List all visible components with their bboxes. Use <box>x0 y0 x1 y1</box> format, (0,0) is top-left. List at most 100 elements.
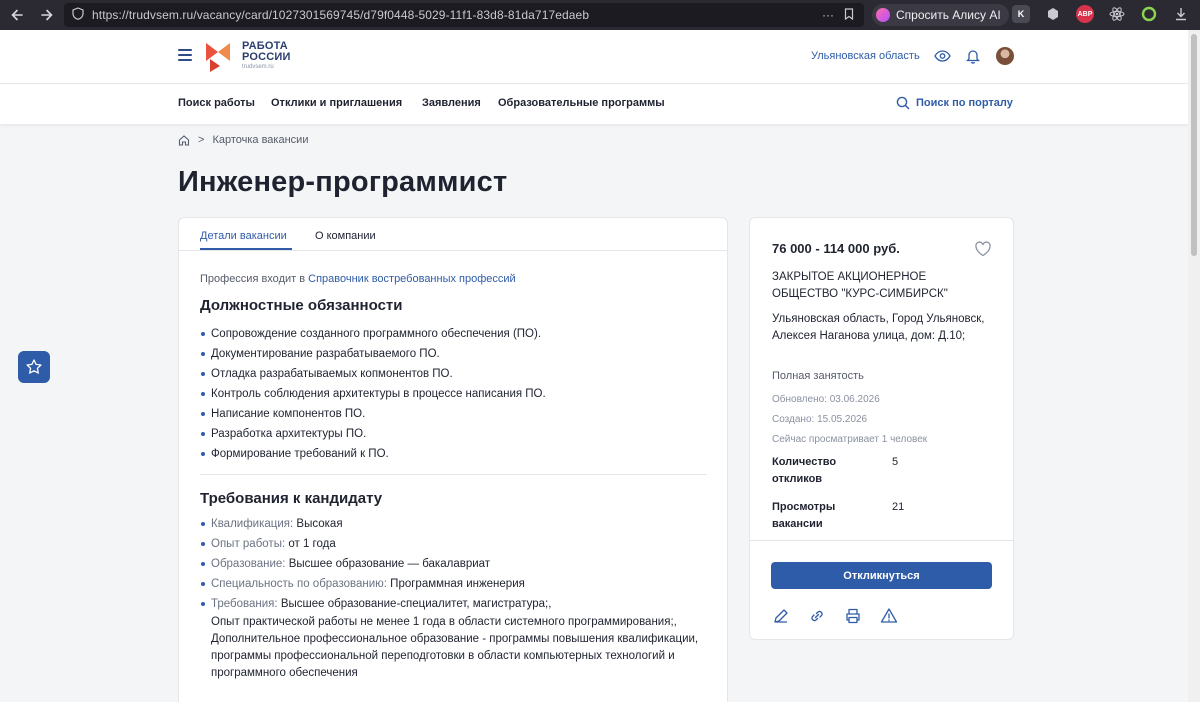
menu-icon[interactable] <box>178 49 192 61</box>
breadcrumb-current: Карточка вакансии <box>212 134 309 146</box>
requirements-title: Требования к кандидату <box>200 490 383 507</box>
forward-icon[interactable] <box>34 2 60 28</box>
back-icon[interactable] <box>4 2 30 28</box>
req-value: Высокая <box>296 518 343 530</box>
nav-education[interactable]: Образовательные программы <box>498 97 665 109</box>
list-item: Квалификация: Высокая <box>200 514 710 534</box>
scrollbar-thumb[interactable] <box>1191 34 1197 256</box>
views-value: 21 <box>892 501 905 513</box>
search-icon <box>896 96 910 110</box>
star-icon <box>26 359 42 374</box>
employment-type: Полная занятость <box>772 370 864 382</box>
page-scrollbar[interactable] <box>1188 30 1200 702</box>
shield-icon[interactable] <box>72 7 84 23</box>
nav-job-search[interactable]: Поиск работы <box>178 97 255 109</box>
ask-alice-button[interactable]: Спросить Алису AI <box>872 4 1009 26</box>
req-value: от 1 года <box>288 538 336 550</box>
req-value: Высшее образование — бакалавриат <box>288 558 491 570</box>
requirements-list: Квалификация: Высокая Опыт работы: от 1 … <box>200 514 710 682</box>
profession-note: Профессия входит в Справочник востребова… <box>200 273 516 285</box>
nav-applications[interactable]: Заявления <box>422 97 481 109</box>
bookmark-icon[interactable] <box>844 7 854 23</box>
list-item: Документирование разрабатываемого ПО. <box>200 344 710 364</box>
favorites-float-button[interactable] <box>18 351 50 383</box>
extensions-bar: K ABP <box>1012 5 1190 23</box>
page-viewport: РАБОТА РОССИИ trudvsem.ru Ульяновская об… <box>0 30 1188 702</box>
duties-list: Сопровождение созданного программного об… <box>200 324 710 464</box>
eye-icon[interactable] <box>933 47 951 65</box>
tab-vacancy-details[interactable]: Детали вакансии <box>200 230 287 242</box>
req-label: Образование: <box>211 558 286 570</box>
views-label: Просмотры вакансии <box>772 501 836 530</box>
company-name[interactable]: ЗАКРЫТОЕ АКЦИОНЕРНОЕ ОБЩЕСТВО "КУРС-СИМБ… <box>772 269 992 303</box>
tab-about-company[interactable]: О компании <box>315 230 376 242</box>
active-tab-indicator <box>200 248 292 250</box>
list-item: Требования: Высшее образование-специалит… <box>200 594 710 682</box>
portal-search-label: Поиск по порталу <box>916 97 1013 109</box>
home-icon[interactable] <box>178 134 190 146</box>
edit-icon[interactable] <box>772 607 790 625</box>
main-navigation: Поиск работы Отклики и приглашения Заявл… <box>0 84 1188 124</box>
download-icon[interactable] <box>1172 5 1190 23</box>
breadcrumb: > Карточка вакансии <box>178 134 308 146</box>
section-divider <box>200 474 707 475</box>
respond-button[interactable]: Откликнуться <box>771 562 992 589</box>
print-icon[interactable] <box>844 607 862 625</box>
salary: 76 000 - 114 000 руб. <box>772 241 900 256</box>
nav-responses[interactable]: Отклики и приглашения <box>271 97 402 109</box>
alice-icon <box>876 8 890 22</box>
heart-icon[interactable] <box>974 240 992 258</box>
responses-label: Количество откликов <box>772 456 837 485</box>
vacancy-details-card: Детали вакансии О компании Профессия вхо… <box>178 217 728 702</box>
responses-value: 5 <box>892 456 899 468</box>
company-address: Ульяновская область, Город Ульяновск, Ал… <box>772 313 985 342</box>
more-icon[interactable]: ··· <box>822 8 834 23</box>
site-logo[interactable]: РАБОТА РОССИИ trudvsem.ru <box>204 39 291 73</box>
req-label: Специальность по образованию: <box>211 578 387 590</box>
req-value: Программная инженерия <box>390 578 525 590</box>
logo-arrows-icon <box>206 43 230 72</box>
req-label: Опыт работы: <box>211 538 286 550</box>
page-title: Инженер-программист <box>178 166 508 198</box>
list-item: Формирование требований к ПО. <box>200 444 710 464</box>
created-date: Создано: 15.05.2026 <box>772 414 868 425</box>
url-text[interactable]: https://trudvsem.ru/vacancy/card/1027301… <box>92 8 589 22</box>
profession-directory-link[interactable]: Справочник востребованных профессий <box>308 273 516 285</box>
cube-extension-icon[interactable] <box>1044 5 1062 23</box>
bell-icon[interactable] <box>964 47 982 65</box>
address-bar[interactable]: https://trudvsem.ru/vacancy/card/1027301… <box>64 3 864 27</box>
react-extension-icon[interactable] <box>1108 5 1126 23</box>
profession-prefix: Профессия входит в <box>200 273 306 285</box>
list-item: Сопровождение созданного программного об… <box>200 324 710 344</box>
portal-search-button[interactable]: Поиск по порталу <box>896 96 1013 110</box>
user-avatar[interactable] <box>996 47 1014 65</box>
logo-domain: trudvsem.ru <box>242 64 274 70</box>
viewing-now: Сейчас просматривает 1 человек <box>772 434 928 445</box>
duties-title: Должностные обязанности <box>200 297 403 314</box>
adblock-extension-icon[interactable]: ABP <box>1076 5 1094 23</box>
list-item: Контроль соблюдения архитектуры в процес… <box>200 384 710 404</box>
list-item: Специальность по образованию: Программна… <box>200 574 710 594</box>
breadcrumb-separator: > <box>198 134 205 146</box>
vacancy-summary-card: 76 000 - 114 000 руб. ЗАКРЫТОЕ АКЦИОНЕРН… <box>749 217 1014 640</box>
region-selector[interactable]: Ульяновская область <box>811 50 920 62</box>
list-item: Разработка архитектуры ПО. <box>200 424 710 444</box>
tabs: Детали вакансии О компании <box>179 218 727 251</box>
req-value: Высшее образование-специалитет, магистра… <box>280 598 552 610</box>
card-divider <box>750 540 1013 541</box>
site-header: РАБОТА РОССИИ trudvsem.ru Ульяновская об… <box>0 30 1188 84</box>
ring-extension-icon[interactable] <box>1140 5 1158 23</box>
warning-icon[interactable] <box>880 607 898 625</box>
ask-alice-label: Спросить Алису AI <box>896 8 1001 22</box>
link-icon[interactable] <box>808 607 826 625</box>
logo-line-2: РОССИИ <box>242 51 291 63</box>
list-item: Отладка разрабатываемых копмонентов ПО. <box>200 364 710 384</box>
k-extension-icon[interactable]: K <box>1012 5 1030 23</box>
list-item: Опыт работы: от 1 года <box>200 534 710 554</box>
list-item: Образование: Высшее образование — бакала… <box>200 554 710 574</box>
req-extra-line: Дополнительное профессиональное образова… <box>211 633 699 679</box>
req-extra-line: Опыт практической работы не менее 1 года… <box>211 616 677 628</box>
list-item: Написание компонентов ПО. <box>200 404 710 424</box>
updated-date: Обновлено: 03.06.2026 <box>772 394 880 405</box>
req-label: Квалификация: <box>211 518 294 530</box>
